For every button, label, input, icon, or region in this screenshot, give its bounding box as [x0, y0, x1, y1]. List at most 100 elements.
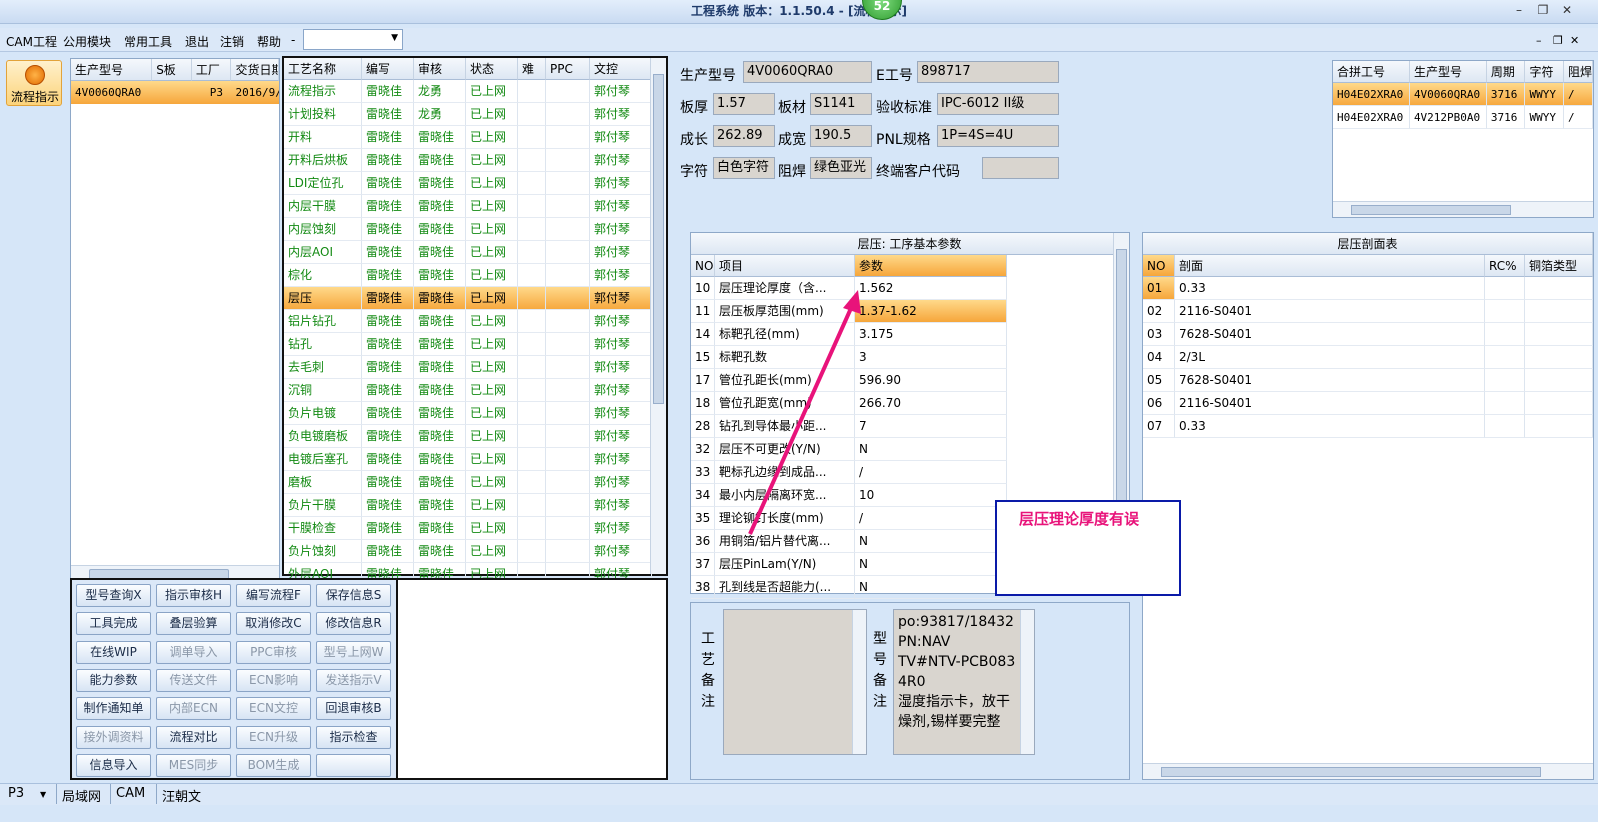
action-button[interactable]: PPC审核	[236, 640, 311, 664]
action-button[interactable]: 在线WIP	[76, 640, 151, 664]
action-button[interactable]: 指示检查	[316, 725, 391, 749]
mdi-close-icon[interactable]: ✕	[1570, 34, 1579, 47]
model-remark-text[interactable]: po:93817/18432 PN:NAV TV#NTV-PCB083 4R0 …	[893, 609, 1035, 755]
table-row[interactable]: 18 管位孔距宽(mm) 266.70	[691, 392, 1129, 415]
action-button[interactable]: 编写流程F	[236, 584, 311, 607]
table-row[interactable]: H04E02XRA0 4V0060QRA0 3716 WWYY /	[1333, 83, 1594, 106]
table-row[interactable]: 01 0.33	[1143, 277, 1593, 300]
menu-common-module[interactable]: 公用模块	[63, 33, 111, 50]
action-button[interactable]: 回退审核B	[316, 697, 391, 721]
action-button[interactable]: 指示审核H	[156, 584, 231, 607]
col-header[interactable]: 合拼工号	[1333, 61, 1410, 83]
field-pnl[interactable]: 1P=4S=4U	[937, 125, 1059, 147]
field-grow[interactable]: 262.89	[713, 125, 775, 147]
col-header[interactable]: 工厂	[191, 59, 232, 81]
table-row[interactable]: 干膜检查 雷晓佳 雷晓佳 已上网 郭付琴	[284, 517, 666, 540]
table-row[interactable]: 04 2/3L	[1143, 346, 1593, 369]
table-row[interactable]: 03 7628-S0401	[1143, 323, 1593, 346]
vertical-scrollbar[interactable]	[650, 58, 666, 574]
table-row[interactable]: LDI定位孔 雷晓佳 雷晓佳 已上网 郭付琴	[284, 172, 666, 195]
col-header[interactable]: NO	[1143, 255, 1175, 277]
col-header[interactable]: 生产型号	[1409, 61, 1487, 83]
table-row[interactable]: 电镀后塞孔 雷晓佳 雷晓佳 已上网 郭付琴	[284, 448, 666, 471]
action-button[interactable]: 叠层验算	[156, 612, 231, 636]
scroll-thumb[interactable]	[1351, 205, 1511, 215]
col-header[interactable]: 编写	[362, 58, 414, 80]
table-row[interactable]: 沉铜 雷晓佳 雷晓佳 已上网 郭付琴	[284, 379, 666, 402]
table-row[interactable]: 06 2116-S0401	[1143, 392, 1593, 415]
sidenav-flow-button[interactable]: 流程指示	[6, 60, 62, 106]
col-header[interactable]: PPC	[546, 58, 590, 80]
table-row[interactable]: 11 层压板厚范围(mm) 1.37-1.62	[691, 300, 1129, 323]
table-row[interactable]: 28 钻孔到导体最小距... 7	[691, 415, 1129, 438]
menu-logout[interactable]: 注销	[220, 33, 244, 50]
table-row[interactable]: 层压 雷晓佳 雷晓佳 已上网 郭付琴	[284, 287, 666, 310]
field-prod-model[interactable]: 4V0060QRA0	[743, 61, 872, 83]
table-row[interactable]: 去毛刺 雷晓佳 雷晓佳 已上网 郭付琴	[284, 356, 666, 379]
col-header[interactable]: 字符	[1525, 61, 1565, 83]
table-row[interactable]: 内层干膜 雷晓佳 雷晓佳 已上网 郭付琴	[284, 195, 666, 218]
menu-tools[interactable]: 常用工具	[124, 33, 172, 50]
scroll-thumb[interactable]	[653, 74, 664, 404]
action-button[interactable]: 型号查询X	[76, 584, 151, 607]
action-button[interactable]: 型号上网W	[316, 640, 391, 664]
table-row[interactable]: 32 层压不可更改(Y/N) N	[691, 438, 1129, 461]
table-row[interactable]: 07 0.33	[1143, 415, 1593, 438]
table-row[interactable]: 磨板 雷晓佳 雷晓佳 已上网 郭付琴	[284, 471, 666, 494]
col-header[interactable]: 剖面	[1175, 255, 1485, 277]
menu-cam[interactable]: CAM工程	[6, 33, 57, 50]
action-button[interactable]: MES同步	[156, 753, 231, 777]
action-button[interactable]: 接外调资料	[76, 725, 151, 749]
close-icon[interactable]: ✕	[1558, 3, 1576, 17]
table-row[interactable]: 棕化 雷晓佳 雷晓佳 已上网 郭付琴	[284, 264, 666, 287]
table-row[interactable]: 14 标靶孔径(mm) 3.175	[691, 323, 1129, 346]
table-row[interactable]: 负片干膜 雷晓佳 雷晓佳 已上网 郭付琴	[284, 494, 666, 517]
action-button[interactable]: 发送指示V	[316, 668, 391, 692]
table-row[interactable]: 负电镀磨板 雷晓佳 雷晓佳 已上网 郭付琴	[284, 425, 666, 448]
action-button[interactable]: 能力参数	[76, 668, 151, 692]
col-header[interactable]: 项目	[715, 255, 855, 277]
field-width[interactable]: 190.5	[810, 125, 872, 147]
table-row[interactable]: 10 层压理论厚度（含... 1.562	[691, 277, 1129, 300]
minimize-icon[interactable]: –	[1510, 3, 1528, 17]
col-header[interactable]: NO	[691, 255, 715, 277]
field-mat[interactable]: S1141	[810, 93, 872, 115]
table-row[interactable]: 17 管位孔距长(mm) 596.90	[691, 369, 1129, 392]
table-row[interactable]: 开料 雷晓佳 雷晓佳 已上网 郭付琴	[284, 126, 666, 149]
action-button[interactable]: 修改信息R	[316, 612, 391, 636]
table-row[interactable]: 铝片钻孔 雷晓佳 雷晓佳 已上网 郭付琴	[284, 310, 666, 333]
status-factory[interactable]: P3	[8, 786, 24, 801]
menu-help[interactable]: 帮助	[257, 33, 281, 50]
action-button[interactable]: ECN升级	[236, 725, 311, 749]
toolbar-combo[interactable]: ▼	[303, 29, 403, 50]
col-header[interactable]: 参数	[855, 255, 1007, 277]
table-row[interactable]: 4V0060QRA0 P3 2016/9/	[71, 81, 279, 104]
col-header[interactable]: 铜箔类型	[1525, 255, 1593, 277]
table-row[interactable]: 内层蚀刻 雷晓佳 雷晓佳 已上网 郭付琴	[284, 218, 666, 241]
table-row[interactable]: 02 2116-S0401	[1143, 300, 1593, 323]
table-row[interactable]: 开料后烘板 雷晓佳 雷晓佳 已上网 郭付琴	[284, 149, 666, 172]
maximize-icon[interactable]: ❐	[1534, 3, 1552, 17]
vertical-scrollbar[interactable]	[1020, 610, 1034, 754]
process-remark-text[interactable]	[723, 609, 867, 755]
col-header[interactable]: S板	[152, 59, 192, 81]
table-row[interactable]: 负片电镀 雷晓佳 雷晓佳 已上网 郭付琴	[284, 402, 666, 425]
field-char[interactable]: 白色字符	[713, 157, 775, 179]
field-std[interactable]: IPC-6012 II级	[937, 93, 1059, 115]
col-header[interactable]: 周期	[1486, 61, 1526, 83]
col-header[interactable]: 生产型号	[71, 59, 153, 81]
table-row[interactable]: 33 靶标孔边缘到成品... /	[691, 461, 1129, 484]
col-header[interactable]: 审核	[414, 58, 466, 80]
field-mask[interactable]: 绿色亚光	[810, 157, 872, 179]
mdi-minimize-icon[interactable]: –	[1536, 34, 1542, 47]
mdi-restore-icon[interactable]: ❐	[1553, 34, 1563, 47]
table-row[interactable]: 15 标靶孔数 3	[691, 346, 1129, 369]
table-row[interactable]: 流程指示 雷晓佳 龙勇 已上网 郭付琴	[284, 80, 666, 103]
action-button[interactable]	[316, 753, 391, 777]
col-header[interactable]: 阻焊	[1564, 61, 1594, 83]
action-button[interactable]: ECN文控	[236, 697, 311, 721]
col-header[interactable]: 文控	[590, 58, 652, 80]
action-button[interactable]: 内部ECN	[156, 697, 231, 721]
table-row[interactable]: 负片蚀刻 雷晓佳 雷晓佳 已上网 郭付琴	[284, 540, 666, 563]
table-row[interactable]: 05 7628-S0401	[1143, 369, 1593, 392]
